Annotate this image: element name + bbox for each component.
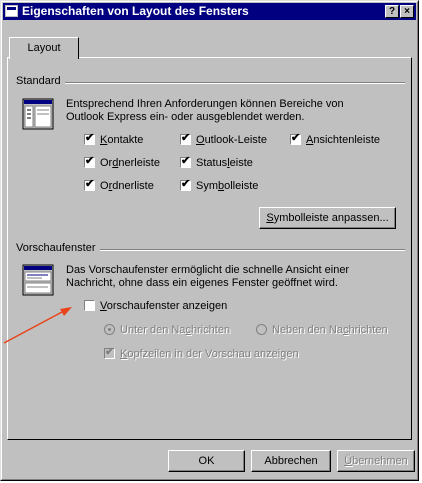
radio-below-messages[interactable]: Unter den Nachrichten (104, 324, 230, 336)
apply-button[interactable]: Übernehmen (337, 450, 415, 472)
checkbox-kontakte[interactable]: ✔ Kontakte (84, 132, 143, 146)
radio-beside-messages[interactable]: Neben den Nachrichten (256, 324, 388, 336)
checkbox-symbolleiste[interactable]: ✔ Symbolleiste (180, 178, 258, 192)
checkbox-ordnerleiste[interactable]: ✔ Ordnerleiste (84, 155, 160, 169)
preview-window-icon (22, 264, 54, 296)
checkbox-statusleiste[interactable]: ✔ Statusleiste (180, 155, 253, 169)
title-bar[interactable]: Eigenschaften von Layout des Fensters ? … (3, 3, 416, 20)
checkbox-box[interactable]: ✔ (180, 132, 191, 145)
checkbox-ordnerliste[interactable]: ✔ Ordnerliste (84, 178, 154, 192)
standard-description: Entsprechend Ihren Anforderungen können … (66, 98, 344, 123)
check-icon: ✔ (85, 155, 95, 167)
preview-description: Das Vorschaufenster ermöglicht die schne… (66, 264, 350, 289)
check-icon: ✔ (181, 132, 191, 144)
checkbox-box[interactable]: ✔ (84, 178, 95, 191)
checkbox-box[interactable]: ✔ (84, 132, 95, 145)
checkbox-box[interactable]: ✔ (180, 178, 191, 191)
checkbox-box[interactable]: ✔ (84, 155, 95, 168)
window-title: Eigenschaften von Layout des Fensters (22, 4, 249, 18)
checkbox-box[interactable]: ✔ (290, 132, 301, 145)
check-icon: ✔ (85, 132, 95, 144)
layout-window-icon (22, 98, 54, 130)
group-separator (16, 82, 405, 84)
radio-dot[interactable] (104, 324, 115, 335)
checkbox-ansichtenleiste[interactable]: ✔ Ansichtenleiste (290, 132, 380, 146)
checkbox-show-headers[interactable]: ✔ Kopfzeilen in der Vorschau anzeigen (104, 346, 299, 360)
check-icon: ✔ (181, 155, 191, 167)
properties-dialog: Eigenschaften von Layout des Fensters ? … (0, 0, 419, 481)
tab-panel-layout: Standard Entsprechend Ihren Anforderunge… (7, 57, 412, 440)
close-button[interactable]: × (400, 5, 414, 18)
checkbox-box[interactable]: ✔ (104, 346, 115, 359)
checkbox-box[interactable]: ✔ (180, 155, 191, 168)
checkbox-show-preview[interactable]: Vorschaufenster anzeigen (84, 300, 227, 312)
checkbox-outlook-leiste[interactable]: ✔ Outlook-Leiste (180, 132, 267, 146)
ok-button[interactable]: OK (168, 450, 245, 472)
group-label-preview: Vorschaufenster (16, 242, 100, 254)
check-icon: ✔ (291, 132, 301, 144)
window-icon (5, 5, 18, 17)
check-icon: ✔ (85, 178, 95, 190)
cancel-button[interactable]: Abbrechen (251, 450, 331, 472)
checkbox-box[interactable] (84, 300, 95, 311)
check-icon: ✔ (105, 346, 115, 358)
customize-toolbar-button[interactable]: Symbolleiste anpassen... (259, 207, 396, 229)
tab-layout[interactable]: Layout (9, 37, 79, 59)
help-button[interactable]: ? (385, 5, 399, 18)
group-label-standard: Standard (16, 75, 65, 87)
radio-dot[interactable] (256, 324, 267, 335)
check-icon: ✔ (181, 178, 191, 190)
